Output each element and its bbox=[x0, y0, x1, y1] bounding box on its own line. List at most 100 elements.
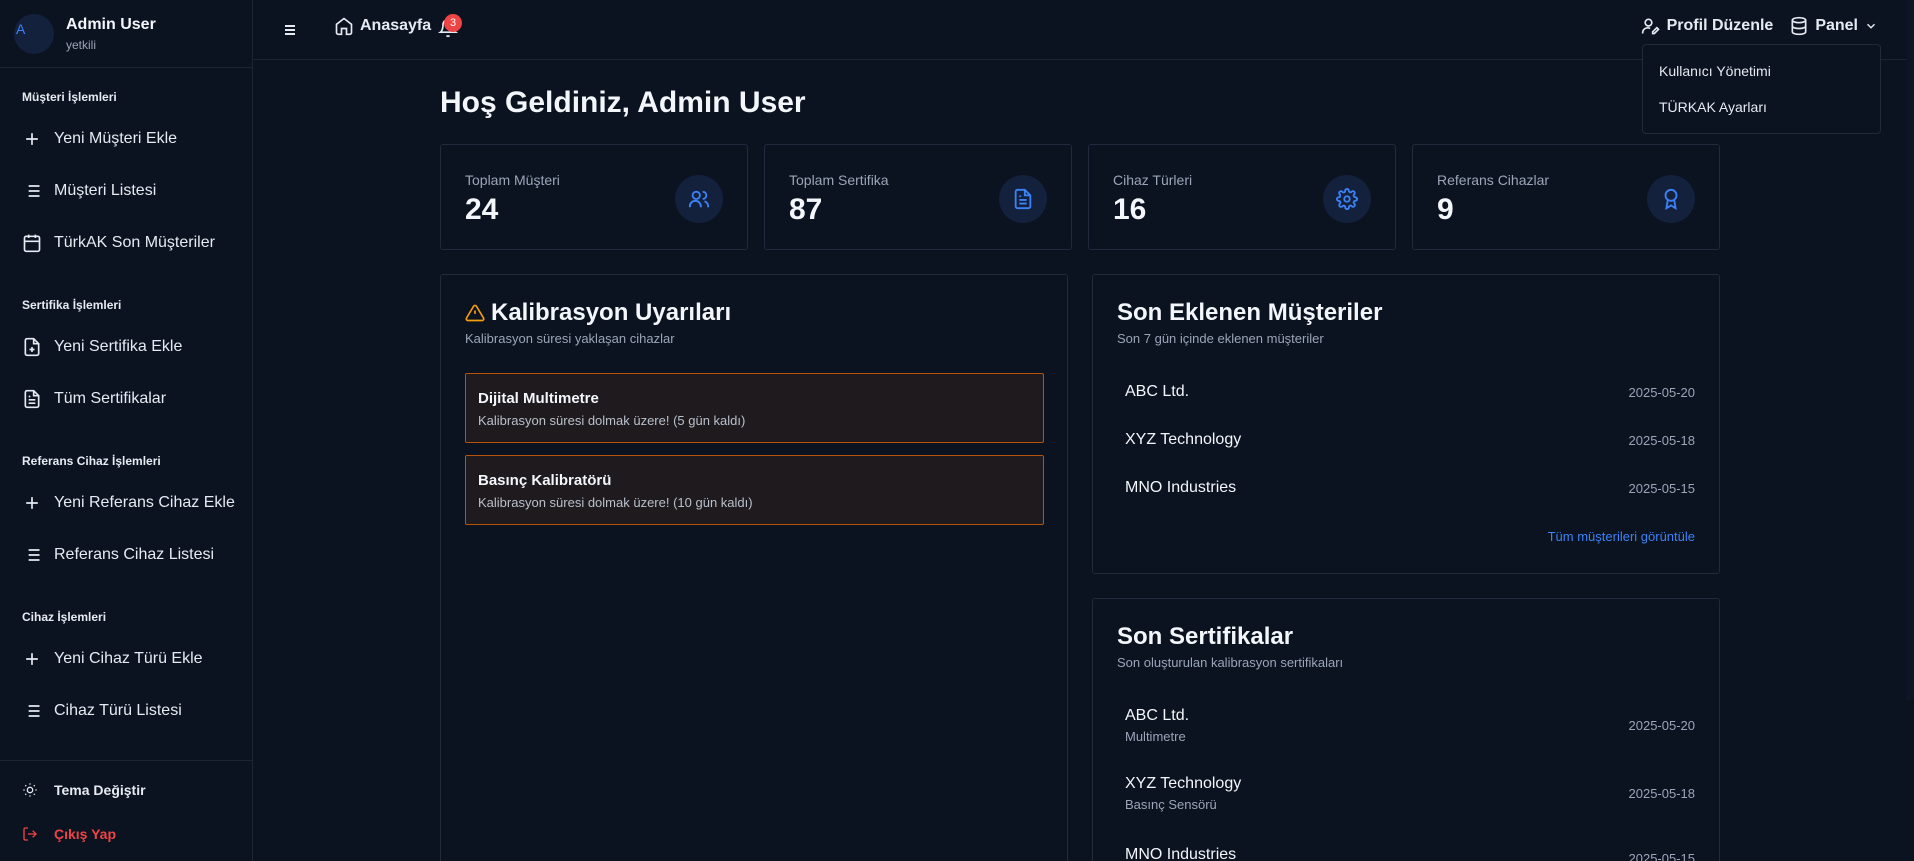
avatar: A bbox=[14, 13, 54, 54]
menu-item-user-management[interactable]: Kullanıcı Yönetimi bbox=[1643, 53, 1880, 89]
list-item[interactable]: MNO Industries 2025-05-15 bbox=[1125, 843, 1695, 861]
notification-badge: 3 bbox=[444, 14, 462, 32]
document-icon bbox=[999, 175, 1047, 223]
award-icon bbox=[1647, 175, 1695, 223]
profile-edit-label: Profil Düzenle bbox=[1666, 17, 1774, 34]
sidebar-footer: Tema Değiştir Çıkış Yap bbox=[0, 760, 253, 856]
sidebar-item-all-certificates[interactable]: Tüm Sertifikalar bbox=[0, 373, 252, 425]
list-icon bbox=[24, 185, 40, 197]
warning-icon bbox=[465, 304, 485, 322]
recent-customers-panel: Son Eklenen Müşteriler Son 7 gün içinde … bbox=[1092, 274, 1720, 574]
certificate-device: Multimetre bbox=[1125, 729, 1186, 744]
sidebar-item-label: Müşteri Listesi bbox=[54, 182, 157, 199]
sidebar-item-add-certificate[interactable]: Yeni Sertifika Ekle bbox=[0, 321, 252, 373]
plus-icon bbox=[26, 133, 38, 145]
sidebar-item-add-customer[interactable]: Yeni Müşteri Ekle bbox=[0, 113, 252, 165]
stat-card-customers: Toplam Müşteri 24 bbox=[440, 144, 748, 250]
scrollbar[interactable] bbox=[1906, 0, 1914, 700]
sidebar-item-reference-device-list[interactable]: Referans Cihaz Listesi bbox=[0, 529, 252, 581]
sun-icon bbox=[23, 783, 37, 797]
home-icon bbox=[335, 17, 353, 36]
list-icon bbox=[24, 549, 40, 561]
certificate-customer: ABC Ltd. bbox=[1125, 707, 1190, 724]
panel-dropdown-button[interactable]: Panel bbox=[1789, 16, 1878, 36]
customer-date: 2025-05-18 bbox=[1628, 432, 1696, 448]
recent-certificates-panel: Son Sertifikalar Son oluşturulan kalibra… bbox=[1092, 598, 1720, 861]
view-all-customers-link[interactable]: Tüm müşterileri görüntüle bbox=[1548, 529, 1695, 544]
certificate-date: 2025-05-18 bbox=[1628, 786, 1696, 801]
stat-card-device-types: Cihaz Türleri 16 bbox=[1088, 144, 1396, 250]
list-item[interactable]: XYZ Technology Basınç Sensörü 2025-05-18 bbox=[1125, 775, 1695, 812]
certificate-date: 2025-05-20 bbox=[1628, 718, 1696, 733]
logout-label: Çıkış Yap bbox=[54, 826, 117, 842]
gear-icon bbox=[1323, 175, 1371, 223]
list-icon bbox=[24, 705, 40, 717]
sidebar-item-turkak-customers[interactable]: TürkAK Son Müşteriler bbox=[0, 217, 252, 269]
stat-value: 9 bbox=[1437, 193, 1454, 226]
user-name: Admin User bbox=[66, 15, 156, 33]
users-icon bbox=[675, 175, 723, 223]
theme-toggle-label: Tema Değiştir bbox=[54, 782, 146, 798]
panel-label: Panel bbox=[1815, 17, 1858, 34]
certificate-device: Basınç Sensörü bbox=[1125, 797, 1217, 812]
user-edit-icon bbox=[1641, 18, 1660, 35]
warning-item[interactable]: Basınç Kalibratörü Kalibrasyon süresi do… bbox=[465, 455, 1044, 525]
sidebar-item-label: Referans Cihaz Listesi bbox=[54, 546, 215, 563]
section-device-ops: Cihaz İşlemleri bbox=[22, 610, 107, 624]
warning-device-name: Dijital Multimetre bbox=[478, 390, 599, 407]
menu-item-turkak-settings[interactable]: TÜRKAK Ayarları bbox=[1643, 89, 1880, 125]
section-reference-device-ops: Referans Cihaz İşlemleri bbox=[22, 454, 161, 468]
sidebar-item-add-device-type[interactable]: Yeni Cihaz Türü Ekle bbox=[0, 633, 252, 685]
certificate-customer: XYZ Technology bbox=[1125, 775, 1242, 792]
sidebar-item-label: Yeni Sertifika Ekle bbox=[54, 338, 183, 355]
sidebar-item-label: Yeni Referans Cihaz Ekle bbox=[54, 494, 235, 511]
plus-icon bbox=[26, 497, 38, 509]
warning-description: Kalibrasyon süresi dolmak üzere! (10 gün… bbox=[478, 495, 753, 510]
panel-title: Kalibrasyon Uyarıları bbox=[465, 299, 731, 327]
profile-edit-button[interactable]: Profil Düzenle bbox=[1641, 16, 1774, 36]
certificate-date: 2025-05-15 bbox=[1628, 851, 1696, 861]
list-item[interactable]: ABC Ltd. Multimetre 2025-05-20 bbox=[1125, 707, 1695, 744]
panel-subtitle: Son 7 gün içinde eklenen müşteriler bbox=[1117, 331, 1324, 346]
customer-date: 2025-05-15 bbox=[1628, 480, 1696, 496]
calendar-icon bbox=[23, 234, 41, 253]
list-item[interactable]: MNO Industries 2025-05-15 bbox=[1125, 479, 1695, 497]
stat-value: 87 bbox=[789, 193, 823, 226]
logout-icon bbox=[23, 827, 37, 841]
theme-toggle-button[interactable]: Tema Değiştir bbox=[0, 768, 253, 812]
logout-button[interactable]: Çıkış Yap bbox=[0, 812, 253, 856]
stat-card-reference-devices: Referans Cihazlar 9 bbox=[1412, 144, 1720, 250]
sidebar-item-label: Tüm Sertifikalar bbox=[54, 390, 167, 407]
sidebar-item-label: Yeni Cihaz Türü Ekle bbox=[54, 650, 203, 667]
customer-name: XYZ Technology bbox=[1125, 431, 1242, 448]
list-item[interactable]: XYZ Technology 2025-05-18 bbox=[1125, 431, 1695, 449]
stat-value: 24 bbox=[465, 193, 499, 226]
user-role: yetkili bbox=[66, 37, 97, 52]
sidebar-item-device-type-list[interactable]: Cihaz Türü Listesi bbox=[0, 685, 252, 737]
home-label: Anasayfa bbox=[360, 17, 432, 34]
sidebar-item-customer-list[interactable]: Müşteri Listesi bbox=[0, 165, 252, 217]
sidebar-item-label: Yeni Müşteri Ekle bbox=[54, 130, 178, 147]
stat-card-certificates: Toplam Sertifika 87 bbox=[764, 144, 1072, 250]
customer-date: 2025-05-20 bbox=[1628, 384, 1696, 400]
sidebar-item-label: TürkAK Son Müşteriler bbox=[54, 234, 215, 251]
file-text-icon bbox=[24, 389, 40, 409]
stat-label: Toplam Müşteri bbox=[465, 172, 560, 188]
panel-subtitle: Son oluşturulan kalibrasyon sertifikalar… bbox=[1117, 655, 1344, 670]
section-customer-ops: Müşteri İşlemleri bbox=[22, 90, 117, 104]
user-block[interactable]: A Admin User yetkili bbox=[0, 0, 252, 68]
customer-name: ABC Ltd. bbox=[1125, 383, 1190, 400]
warning-item[interactable]: Dijital Multimetre Kalibrasyon süresi do… bbox=[465, 373, 1044, 443]
menu-icon[interactable] bbox=[278, 18, 302, 42]
certificate-customer: MNO Industries bbox=[1125, 845, 1237, 861]
stat-value: 16 bbox=[1113, 193, 1147, 226]
stat-label: Toplam Sertifika bbox=[789, 172, 889, 188]
calibration-warnings-panel: Kalibrasyon Uyarıları Kalibrasyon süresi… bbox=[440, 274, 1068, 861]
stat-label: Referans Cihazlar bbox=[1437, 172, 1550, 188]
home-link[interactable]: Anasayfa bbox=[334, 16, 431, 36]
warning-device-name: Basınç Kalibratörü bbox=[478, 472, 612, 489]
sidebar-item-add-reference-device[interactable]: Yeni Referans Cihaz Ekle bbox=[0, 477, 252, 529]
panel-subtitle: Kalibrasyon süresi yaklaşan cihazlar bbox=[465, 331, 675, 346]
panel-title: Son Sertifikalar bbox=[1117, 623, 1294, 650]
list-item[interactable]: ABC Ltd. 2025-05-20 bbox=[1125, 383, 1695, 401]
